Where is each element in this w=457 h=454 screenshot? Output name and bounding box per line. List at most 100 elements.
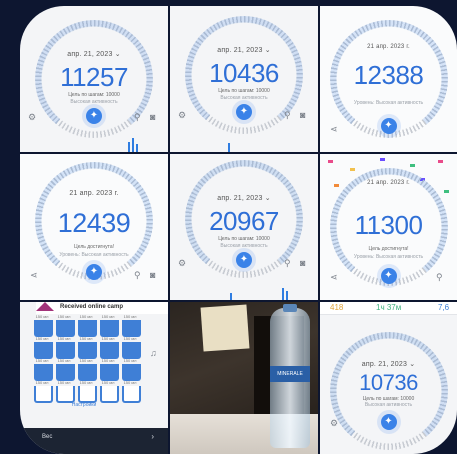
steps-tile-5[interactable]: апр. 21, 2023 ⌄ 20967 Цель по шагам: 100… [170,154,318,300]
steps-tile-3[interactable]: 21 апр. 2023 г. 12388 Уровень: Высокая а… [320,6,457,152]
settings-link[interactable]: Настройки [20,402,148,408]
cup-label: 150 мл [57,336,71,341]
stat-a: 418 [330,303,344,312]
cup-label: 150 мл [123,314,137,319]
goal-label: Цель по шагам: 10000 [218,88,270,94]
date-label[interactable]: 21 апр. 2023 г. [320,44,457,50]
cup-label: 150 мл [79,336,93,341]
water-cup[interactable] [100,364,119,381]
water-tracker-tile[interactable]: Received online camp 150 мл 150 мл 150 мл 1… [20,302,168,454]
water-cup[interactable] [56,364,75,381]
camera-icon[interactable]: ◙ [150,112,155,122]
share-icon[interactable]: ⋖ [330,272,338,283]
screenshot-grid: апр. 21, 2023 ⌄ 11257 Цель по шагам: 100… [20,6,457,454]
runner-icon[interactable]: ✦ [380,118,397,134]
activity-bars [170,286,318,300]
cup-label: 150 мл [79,314,93,319]
search-icon[interactable]: ⚲ [436,272,443,283]
cup-label: 150 мл [123,380,137,385]
camera-icon[interactable]: ◙ [150,270,155,280]
cup-label: 150 мл [57,314,71,319]
steps-tile-6[interactable]: 21 апр. 2023 г. 11300 Цель достигнута! У… [320,154,457,300]
runner-icon[interactable]: ✦ [236,104,252,120]
stat-b: 1ч 37м [376,303,402,312]
water-cup[interactable] [78,320,97,337]
search-icon[interactable]: ⚲ [284,110,291,121]
settings-icon[interactable]: ⚙ [330,418,338,429]
runner-icon[interactable]: ✦ [86,264,102,280]
date-label[interactable]: апр. 21, 2023 ⌄ [20,50,168,58]
activity-level: Высокая активность [220,95,268,101]
steps-tile-4[interactable]: 21 апр. 2023 г. 12439 Цель достигнута! У… [20,154,168,300]
cup-label: 150 мл [101,314,115,319]
settings-icon[interactable]: ⚙ [178,258,186,269]
water-cup[interactable] [34,386,53,403]
search-icon[interactable]: ⚲ [134,270,141,281]
share-icon[interactable]: ⋖ [330,124,338,135]
date-label[interactable]: 21 апр. 2023 г. [20,190,168,197]
note-paper [200,304,250,352]
water-cup[interactable] [78,364,97,381]
cup-label: 150 мл [35,358,49,363]
water-cup[interactable] [34,342,53,359]
activity-level: Высокая активность [364,402,413,408]
settings-icon[interactable]: ⚙ [178,110,186,121]
runner-icon[interactable]: ✦ [380,268,397,284]
search-icon[interactable]: ⚲ [284,258,291,269]
date-label[interactable]: апр. 21, 2023 ⌄ [170,194,318,202]
step-count: 10436 [209,58,279,88]
date-label[interactable]: апр. 21, 2023 ⌄ [170,46,318,54]
steps-tile-2[interactable]: апр. 21, 2023 ⌄ 10436 Цель по шагам: 100… [170,6,318,152]
cup-label: 150 мл [35,336,49,341]
cup-label: 150 мл [101,336,115,341]
search-icon[interactable]: ⚲ [134,112,141,123]
weight-row[interactable]: Вес › [20,428,168,454]
stats-strip: 418 1ч 37м 7,6 [320,302,457,315]
step-count: 20967 [209,206,279,236]
water-cup[interactable] [122,342,141,359]
activity-level: Высокая активность [220,243,268,249]
step-count: 11257 [60,62,128,92]
water-cup[interactable] [78,386,97,403]
steps-tile-7[interactable]: 418 1ч 37м 7,6 апр. 21, 2023 ⌄ 10736 Цел… [320,302,457,454]
settings-icon[interactable]: ⚙ [28,112,36,123]
water-cup[interactable] [56,386,75,403]
date-label[interactable]: 21 апр. 2023 г. [320,180,457,186]
water-cup[interactable] [122,320,141,337]
cup-label: 150 мл [123,358,137,363]
share-icon[interactable]: ⋖ [30,270,38,281]
activity-bars [170,138,318,152]
water-cup[interactable] [122,386,141,403]
activity-level: Уровень: Высокая активность [59,252,129,258]
cup-label: 150 мл [79,358,93,363]
runner-icon[interactable]: ✦ [86,108,102,124]
step-count: 12439 [57,208,131,238]
water-cup[interactable] [100,342,119,359]
steps-tile-1[interactable]: апр. 21, 2023 ⌄ 11257 Цель по шагам: 100… [20,6,168,152]
step-count: 10736 [359,370,418,395]
camera-icon[interactable]: ◙ [300,258,305,268]
collage-frame: апр. 21, 2023 ⌄ 11257 Цель по шагам: 100… [20,6,457,454]
water-cup[interactable] [78,342,97,359]
water-cup[interactable] [34,320,53,337]
weight-label: Вес [42,434,53,440]
app-logo [36,302,54,311]
goal-label: Цель по шагам: 10000 [68,92,120,98]
runner-icon[interactable]: ✦ [236,252,252,268]
runner-icon[interactable]: ✦ [380,414,397,430]
activity-level: Уровень: Высокая активность [353,100,424,106]
stat-c: 7,6 [438,303,450,312]
camera-icon[interactable]: ◙ [300,110,305,120]
water-cup[interactable] [56,342,75,359]
activity-level: Высокая активность [70,99,118,105]
water-cup[interactable] [122,364,141,381]
goal-label: Цель достигнута! [368,246,409,252]
water-cup[interactable] [34,364,53,381]
water-cup[interactable] [100,320,119,337]
water-cup[interactable] [56,320,75,337]
water-cup[interactable] [100,386,119,403]
bottle-photo-tile[interactable]: MINERALE [170,302,318,454]
music-icon[interactable]: ♫ [150,348,157,358]
cup-label: 150 мл [101,358,115,363]
date-label[interactable]: апр. 21, 2023 ⌄ [320,360,457,368]
